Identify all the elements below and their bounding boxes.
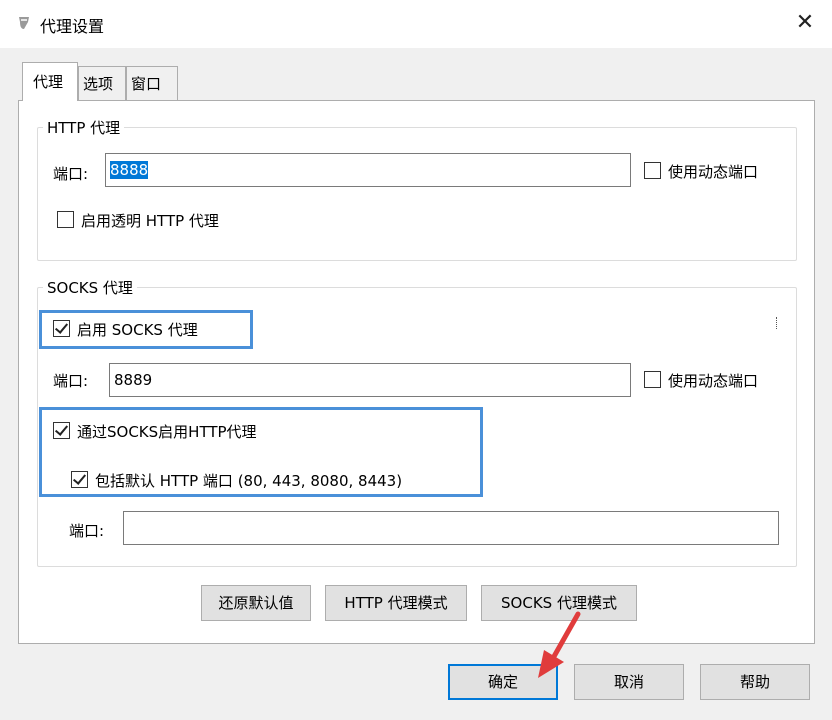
tab-label: 选项	[83, 75, 114, 93]
socks-port-value: 8889	[114, 371, 153, 389]
enable-socks-label: 启用 SOCKS 代理	[77, 321, 198, 339]
http-port-label: 端口:	[53, 165, 89, 183]
title-bar: 代理设置 ✕	[0, 0, 832, 48]
http-proxy-group	[37, 127, 797, 261]
http-via-socks-label: 通过SOCKS启用HTTP代理	[77, 423, 257, 441]
http-dynamic-port-label: 使用动态端口	[668, 163, 759, 181]
socks-port-label: 端口:	[53, 372, 89, 390]
socks-dynamic-port-label: 使用动态端口	[668, 372, 759, 390]
socks-dynamic-port-checkbox[interactable]	[644, 371, 661, 388]
proxy-settings-dialog: 代理设置 ✕ 代理 选项 窗口 HTTP 代理 端口: 8888 使用动态端口 …	[0, 0, 832, 720]
cancel-button[interactable]: 取消	[574, 664, 684, 700]
http-proxy-mode-button[interactable]: HTTP 代理模式	[325, 585, 467, 621]
scroll-grip-icon	[776, 317, 779, 329]
app-icon	[19, 17, 29, 29]
tab-window[interactable]: 窗口	[126, 66, 178, 100]
http-port-input[interactable]: 8888	[105, 153, 631, 187]
http-dynamic-port-checkbox[interactable]	[644, 162, 661, 179]
enable-socks-checkbox[interactable]	[53, 320, 70, 337]
restore-defaults-button[interactable]: 还原默认值	[201, 585, 311, 621]
extra-port-input[interactable]	[123, 511, 779, 545]
include-default-ports-label: 包括默认 HTTP 端口 (80, 443, 8080, 8443)	[95, 472, 403, 490]
socks-port-input[interactable]: 8889	[109, 363, 631, 397]
help-button[interactable]: 帮助	[700, 664, 810, 700]
window-title: 代理设置	[40, 17, 105, 36]
tab-options[interactable]: 选项	[78, 66, 126, 100]
tab-proxy[interactable]: 代理	[22, 62, 78, 101]
include-default-ports-checkbox[interactable]	[71, 471, 88, 488]
http-via-socks-checkbox[interactable]	[53, 422, 70, 439]
tab-label: 代理	[33, 73, 64, 91]
proxy-tab-panel: HTTP 代理 端口: 8888 使用动态端口 启用透明 HTTP 代理 SOC…	[18, 100, 815, 644]
transparent-http-checkbox[interactable]	[57, 211, 74, 228]
http-port-value: 8888	[110, 161, 149, 179]
tab-label: 窗口	[131, 75, 162, 93]
extra-port-label: 端口:	[69, 522, 105, 540]
transparent-http-label: 启用透明 HTTP 代理	[81, 212, 219, 230]
socks-proxy-group-label: SOCKS 代理	[43, 277, 137, 298]
annotation-arrow-icon	[538, 611, 581, 678]
close-icon[interactable]: ✕	[792, 10, 818, 36]
http-proxy-group-label: HTTP 代理	[43, 117, 125, 138]
